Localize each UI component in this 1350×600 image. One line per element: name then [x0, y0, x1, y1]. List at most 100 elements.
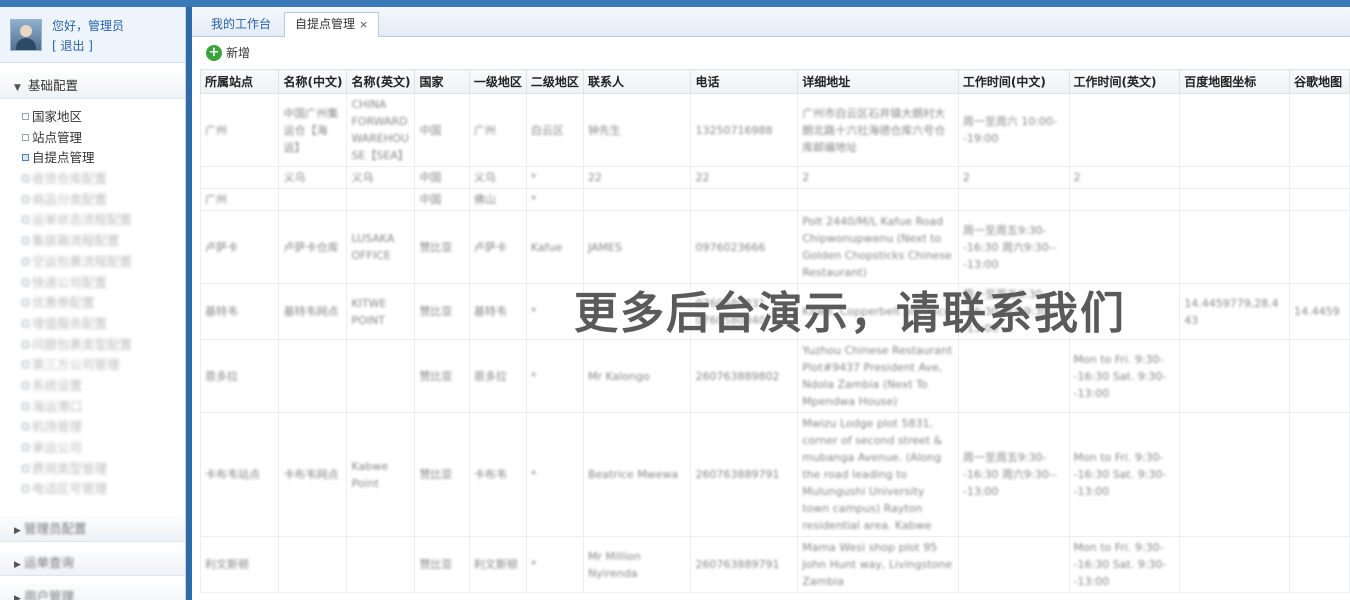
column-header[interactable]: 电话	[690, 69, 799, 94]
table-cell: Mon to Fri. 9:30--16:30 Sat. 9:30--13:00	[1068, 412, 1181, 537]
table-row[interactable]: 卡布韦站点 卡布韦网点 Kabwe Point 赞比亚 卡布韦 * Beatrice Mwe…	[199, 412, 1350, 537]
table-cell: Beatrice Mwewa	[582, 412, 692, 537]
table-cell: 周一至周五9:30--16:30 周六9:30---13:00	[957, 210, 1070, 284]
table-cell: 14.4459779,28.443	[1179, 283, 1291, 340]
table-cell	[346, 188, 416, 211]
sidebar-item[interactable]: 运单状态流程配置	[22, 210, 185, 231]
nav-section-basic-config[interactable]: ▼ 基础配置	[0, 73, 185, 99]
add-icon: +	[206, 45, 222, 61]
table-cell: Mr Kalongo	[582, 339, 692, 413]
sidebar-item[interactable]: 机场管理	[22, 417, 185, 438]
sidebar-item-label: 承运公司	[32, 440, 83, 455]
tab-workspace[interactable]: 我的工作台	[200, 12, 282, 37]
sidebar-item[interactable]: 空运包裹流程配置	[22, 252, 185, 273]
sidebar-item[interactable]: 商品分类配置	[22, 190, 185, 211]
column-header[interactable]: 谷歌地图	[1289, 69, 1350, 94]
column-header[interactable]: 名称(英文)	[346, 69, 416, 94]
nav-item-list: 国家地区 站点管理 自提点管理收货仓库配置 商品分类配置 运单状态流程配置 集装箱流程配置…	[0, 99, 185, 508]
table-cell	[1179, 339, 1291, 413]
table-cell	[957, 339, 1070, 413]
table-cell: 260763889791	[690, 412, 799, 537]
table-row[interactable]: 广州 中国 佛山 *	[199, 188, 1350, 211]
page-icon	[22, 361, 29, 369]
sidebar-item-label: 费用类型管理	[32, 460, 108, 476]
column-header[interactable]: 国家	[414, 69, 470, 94]
sidebar-item[interactable]: 承运公司	[22, 438, 185, 459]
add-button[interactable]: + 新增	[206, 44, 250, 62]
sidebar-item[interactable]: 费用类型管理	[22, 459, 185, 480]
table-cell	[1068, 210, 1181, 284]
sidebar-item-label: 电话区号管理	[32, 481, 108, 497]
table-row[interactable]: 卢萨卡 卢萨卡仓库 LUSAKA OFFICE 赞比亚 卢萨卡 Kafue JAMES 097…	[199, 210, 1350, 284]
column-header[interactable]: 详细地址	[797, 69, 959, 94]
table-cell	[1289, 210, 1350, 284]
column-header[interactable]: 百度地图坐标	[1179, 69, 1291, 94]
table-cell: Yuzhou Chinese Restaurant Plot#9437 Pres…	[797, 339, 959, 413]
sidebar-item[interactable]: 第三方公司管理	[22, 355, 185, 376]
table-cell	[957, 536, 1070, 593]
sidebar-item-label: 自提点管理	[32, 150, 95, 166]
sidebar-item-label: 海运港口	[32, 398, 83, 414]
table-cell: 卡布韦站点	[199, 412, 280, 537]
table-row[interactable]: 恩多拉 赞比亚 恩多拉 * Mr Kalongo 260763889802 Yuzhou C…	[199, 339, 1350, 413]
table-cell: 赞比亚	[414, 210, 470, 284]
page-icon	[22, 444, 29, 451]
sidebar-item[interactable]: 增值服务配置	[22, 314, 185, 335]
table-cell	[1289, 93, 1350, 167]
column-header[interactable]: 工作时间(中文)	[957, 69, 1070, 94]
sidebar-item[interactable]: 问题包裹类型配置	[22, 335, 185, 356]
table-cell: 基特韦	[468, 283, 527, 340]
page-icon	[22, 485, 29, 493]
table-cell: 卡布韦	[468, 412, 527, 537]
table-row[interactable]: 利文斯顿 赞比亚 利文斯顿 * Mr Million Nyirenda 260763889…	[199, 536, 1350, 593]
table-cell: 义乌	[468, 166, 527, 189]
table-row[interactable]: 义乌 义乌 中国 义乌 * 22 22 2 2 2	[199, 166, 1350, 189]
table-cell: 广州	[468, 93, 527, 167]
table-cell	[797, 188, 959, 211]
sidebar-item[interactable]: 集装箱流程配置	[22, 231, 185, 252]
table-cell	[1289, 412, 1350, 537]
table-cell: 利文斯顿	[468, 536, 527, 593]
table-cell: 义乌	[278, 166, 348, 189]
table-cell: Mon to Fri. 9:30--16:30 Sat. 9:30--13:00	[1068, 536, 1181, 593]
table-cell	[1179, 188, 1291, 211]
table-cell: 22	[582, 166, 692, 189]
column-header[interactable]: 一级地区	[468, 69, 527, 94]
table-cell: 卢萨卡	[199, 210, 280, 284]
column-header[interactable]: 联系人	[582, 69, 692, 94]
close-icon[interactable]: ×	[359, 18, 368, 31]
sidebar-item[interactable]: 系统设置	[22, 376, 185, 397]
nav-section-collapsed[interactable]: ▶ 用户管理	[0, 584, 185, 600]
column-header[interactable]: 所属站点	[199, 69, 280, 94]
page-icon	[22, 237, 29, 245]
table-cell	[199, 166, 280, 189]
table-cell: 赞比亚	[414, 536, 470, 593]
column-header[interactable]: 二级地区	[525, 69, 584, 94]
table-cell	[1068, 188, 1181, 211]
sidebar-item[interactable]: 快递公司配置	[22, 273, 185, 294]
sidebar: 您好，管理员 [ 退出 ] ▼ 基础配置 国家地区 站点管理 自提点管理 收货仓库配置…	[0, 7, 186, 600]
sidebar-item[interactable]: 电话区号管理	[22, 479, 185, 500]
logout-link[interactable]: [ 退出 ]	[52, 37, 93, 54]
table-cell: JAMES	[582, 210, 692, 284]
sidebar-item[interactable]: 优惠券配置	[22, 293, 185, 314]
sidebar-item[interactable]: 站点管理	[22, 128, 185, 149]
sidebar-item[interactable]: 自提点管理	[22, 148, 185, 169]
table-row[interactable]: 广州 中国广州集运仓【海运】 CHINA FORWARD WAREHOUSE【SEA…	[199, 93, 1350, 167]
table-cell	[278, 536, 348, 593]
page-icon	[22, 154, 29, 162]
column-header[interactable]: 名称(中文)	[278, 69, 348, 94]
table-cell: 中国	[414, 188, 470, 211]
nav-section-collapsed[interactable]: ▶ 运单查询	[0, 550, 185, 577]
nav-section-collapsed[interactable]: ▶ 管理员配置	[0, 516, 185, 543]
tab-pickup-points[interactable]: 自提点管理 ×	[284, 12, 380, 37]
page-icon	[22, 113, 29, 120]
sidebar-item-label: 系统设置	[32, 377, 83, 393]
sidebar-item[interactable]: 海运港口	[22, 397, 185, 418]
table-cell: 白云区	[525, 93, 584, 167]
sidebar-item-label: 快递公司配置	[32, 274, 108, 290]
table-cell: 周一至周五9:30--16:30 周六9:30---13:00	[957, 412, 1070, 537]
sidebar-item[interactable]: 收货仓库配置	[22, 169, 185, 190]
column-header[interactable]: 工作时间(英文)	[1068, 69, 1181, 94]
sidebar-item[interactable]: 国家地区	[22, 107, 185, 128]
